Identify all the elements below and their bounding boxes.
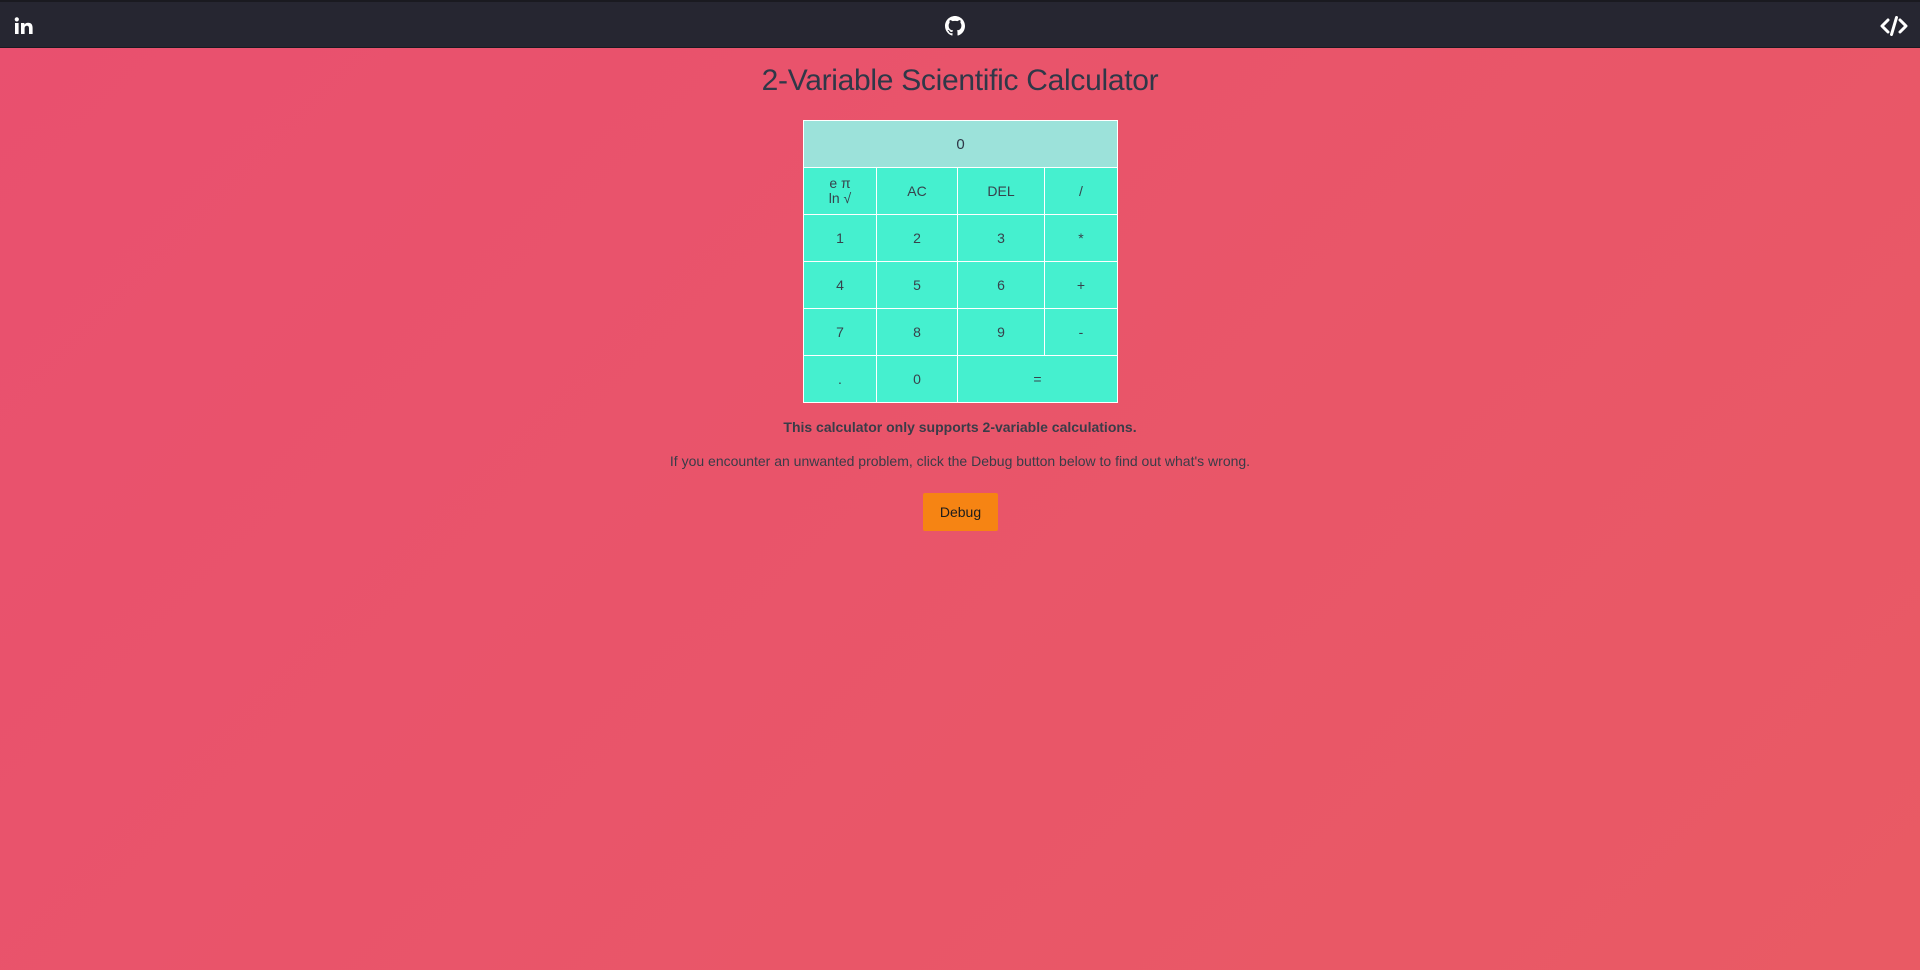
page-title: 2-Variable Scientific Calculator — [761, 64, 1159, 97]
github-icon[interactable] — [943, 14, 967, 38]
digit-8-button[interactable]: 8 — [877, 309, 958, 356]
digit-5-button[interactable]: 5 — [877, 262, 958, 309]
multiply-button[interactable]: * — [1045, 215, 1117, 262]
plus-button[interactable]: + — [1045, 262, 1117, 309]
calculator-display: 0 — [804, 121, 1117, 168]
digit-2-button[interactable]: 2 — [877, 215, 958, 262]
calculator: 0 e π ln √ AC DEL / 1 2 3 * 4 5 6 + 7 8 … — [803, 120, 1118, 403]
debug-button[interactable]: Debug — [923, 493, 998, 531]
linkedin-icon[interactable] — [12, 14, 36, 38]
digit-1-button[interactable]: 1 — [804, 215, 877, 262]
debug-hint: If you encounter an unwanted problem, cl… — [669, 453, 1251, 469]
sci-label-line1: e π — [829, 175, 851, 191]
sci-label-line2: ln √ — [828, 190, 852, 206]
delete-button[interactable]: DEL — [958, 168, 1045, 215]
digit-6-button[interactable]: 6 — [958, 262, 1045, 309]
minus-button[interactable]: - — [1045, 309, 1117, 356]
digit-4-button[interactable]: 4 — [804, 262, 877, 309]
digit-0-button[interactable]: 0 — [877, 356, 958, 402]
decimal-point-button[interactable]: . — [804, 356, 877, 402]
digit-9-button[interactable]: 9 — [958, 309, 1045, 356]
scientific-functions-button[interactable]: e π ln √ — [804, 168, 877, 215]
equals-button[interactable]: = — [958, 356, 1117, 402]
divide-button[interactable]: / — [1045, 168, 1117, 215]
support-note: This calculator only supports 2-variable… — [783, 419, 1137, 435]
top-navbar — [0, 0, 1920, 48]
digit-7-button[interactable]: 7 — [804, 309, 877, 356]
digit-3-button[interactable]: 3 — [958, 215, 1045, 262]
code-icon[interactable] — [1880, 14, 1908, 38]
all-clear-button[interactable]: AC — [877, 168, 958, 215]
